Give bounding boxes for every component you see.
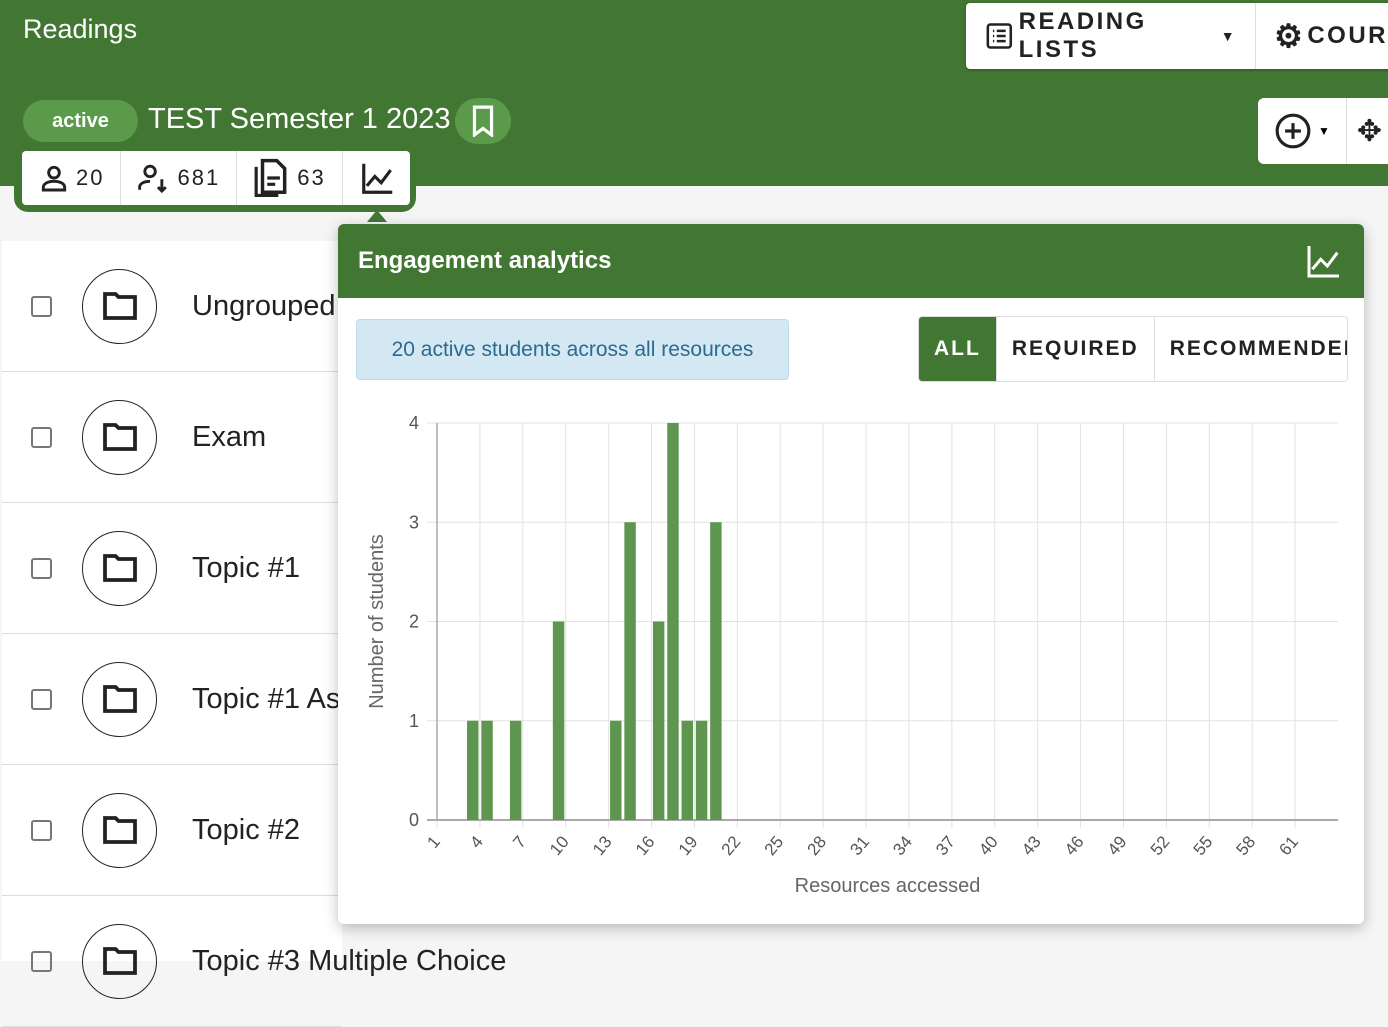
x-axis-label: Resources accessed <box>795 875 981 897</box>
add-button[interactable]: ▼ <box>1258 98 1347 164</box>
bar <box>610 720 622 820</box>
person-icon <box>41 165 67 192</box>
bookmark-button[interactable] <box>455 98 511 144</box>
bookmark-icon <box>472 105 494 137</box>
stats-bar: 20 681 63 <box>22 151 410 205</box>
x-tick-label: 31 <box>846 832 873 859</box>
chart-line-icon <box>361 163 392 194</box>
secondary-toolbar: ▼ ✥ <box>1258 98 1388 164</box>
bar <box>710 522 722 820</box>
x-tick-label: 52 <box>1147 832 1174 859</box>
x-tick-label: 16 <box>632 832 659 859</box>
folder-icon <box>102 685 137 713</box>
y-tick-label: 2 <box>409 612 419 632</box>
reading-lists-button[interactable]: READING LISTS ▼ <box>966 3 1255 69</box>
y-tick-label: 0 <box>409 810 419 830</box>
status-badge: active <box>23 100 138 142</box>
analytics-toggle[interactable] <box>343 151 413 205</box>
caret-down-icon: ▼ <box>1318 124 1330 138</box>
bar <box>624 522 636 820</box>
x-tick-label: 37 <box>932 832 959 859</box>
x-tick-label: 28 <box>803 832 830 859</box>
x-tick-label: 46 <box>1061 832 1088 859</box>
folder-button[interactable] <box>82 399 157 475</box>
resources-stat[interactable]: 63 <box>237 151 343 205</box>
bar <box>481 720 493 820</box>
bar <box>695 720 708 820</box>
popover-caret <box>367 210 387 222</box>
list-item[interactable]: Exam <box>2 372 342 503</box>
x-tick-label: 61 <box>1275 832 1302 859</box>
select-checkbox[interactable] <box>31 688 52 710</box>
reading-list: Ungrouped Exam Topic #1 Topic #1 As Topi… <box>2 241 506 1027</box>
x-tick-label: 1 <box>423 832 444 851</box>
downloads-stat[interactable]: 681 <box>121 151 238 205</box>
folder-icon <box>102 554 137 582</box>
y-tick-label: 4 <box>409 413 419 433</box>
list-item[interactable]: Topic #1 <box>2 503 342 634</box>
list-item[interactable]: Topic #3 Multiple Choice <box>2 896 506 1027</box>
x-tick-label: 43 <box>1018 832 1045 859</box>
x-tick-label: 22 <box>718 832 745 859</box>
select-checkbox[interactable] <box>31 295 52 317</box>
gear-icon: ⚙ <box>1274 18 1306 54</box>
x-tick-label: 58 <box>1233 832 1260 859</box>
select-checkbox[interactable] <box>31 557 52 579</box>
x-tick-label: 40 <box>975 832 1002 859</box>
bar <box>667 423 679 820</box>
folder-icon <box>102 816 137 844</box>
x-tick-label: 10 <box>546 832 573 859</box>
y-tick-label: 3 <box>409 512 419 532</box>
bar <box>552 621 565 820</box>
course-name: TEST Semester 1 2023 <box>148 103 451 135</box>
list-item[interactable]: Topic #1 As <box>2 634 342 765</box>
bar <box>681 720 693 820</box>
add-circle-icon <box>1275 113 1311 149</box>
folder-icon <box>102 292 137 320</box>
folder-button[interactable] <box>82 268 157 344</box>
select-checkbox[interactable] <box>31 819 52 841</box>
x-tick-label: 13 <box>589 832 616 859</box>
person-download-icon <box>138 164 168 194</box>
folder-icon <box>102 947 137 975</box>
item-label: Topic #1 As <box>192 682 341 715</box>
students-stat[interactable]: 20 <box>22 151 122 205</box>
x-tick-label: 19 <box>675 832 702 859</box>
folder-button[interactable] <box>82 792 157 868</box>
item-label: Exam <box>192 420 267 453</box>
item-label: Topic #1 <box>192 551 301 584</box>
list-item[interactable]: Topic #2 <box>2 765 342 896</box>
y-axis-label: Number of students <box>366 534 388 709</box>
x-tick-label: 4 <box>466 832 487 851</box>
folder-button[interactable] <box>82 661 157 737</box>
engagement-analytics-popover: Engagement analytics 20 active students … <box>338 224 1364 924</box>
list-item[interactable]: Ungrouped <box>2 241 342 372</box>
top-toolbar: READING LISTS ▼ ⚙ COUR <box>966 3 1388 69</box>
select-checkbox[interactable] <box>31 950 52 972</box>
course-button[interactable]: ⚙ COUR <box>1255 3 1388 69</box>
bar <box>652 621 665 820</box>
x-tick-label: 55 <box>1190 832 1217 859</box>
folder-button[interactable] <box>82 530 157 606</box>
move-button[interactable]: ✥ <box>1347 114 1388 149</box>
folder-icon <box>102 423 137 451</box>
x-tick-label: 25 <box>761 832 788 859</box>
x-tick-label: 7 <box>509 832 530 851</box>
x-tick-label: 34 <box>889 832 916 859</box>
item-label: Ungrouped <box>192 289 336 322</box>
list-icon <box>986 23 1013 49</box>
folder-button[interactable] <box>82 923 157 999</box>
x-tick-label: 49 <box>1104 832 1131 859</box>
item-label: Topic #2 <box>192 813 301 846</box>
bar <box>509 720 522 820</box>
item-label: Topic #3 Multiple Choice <box>192 944 507 977</box>
documents-icon <box>254 158 287 197</box>
y-tick-label: 1 <box>409 711 419 731</box>
engagement-chart: 1 4 7 10 13 16 19 22 25 28 31 34 37 40 43 46 49 52 55 58 610… <box>366 413 1338 897</box>
caret-down-icon: ▼ <box>1220 28 1238 44</box>
page-title: Readings <box>23 14 138 44</box>
select-checkbox[interactable] <box>31 426 52 448</box>
bar <box>467 720 479 820</box>
